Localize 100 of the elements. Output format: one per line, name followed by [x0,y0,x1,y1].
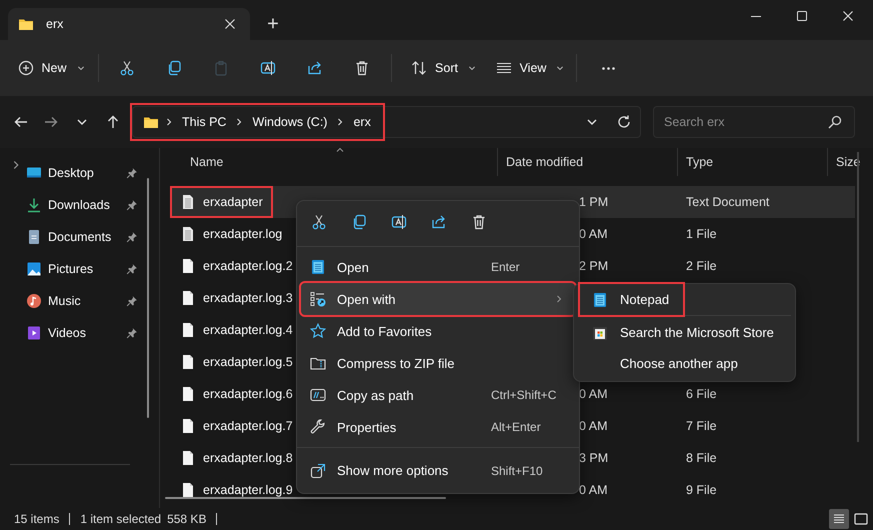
file-name[interactable]: erxadapter.log.7 [203,419,293,433]
store-bag-icon [592,324,608,340]
item-count: 15 items [14,512,60,526]
star-icon [310,323,326,339]
file-type: 9 File [686,483,717,497]
column-header[interactable]: Date modified [498,148,678,176]
pin-icon [126,167,138,179]
shortcut: Alt+Enter [491,420,542,434]
properties-item[interactable]: Properties Alt+Enter [301,411,575,443]
file-type: 8 File [686,451,717,465]
search-icon [827,114,843,130]
new-tab-button[interactable]: + [258,8,288,40]
tab[interactable]: erx [8,8,250,40]
open-with-icon [310,291,326,307]
scrollbar[interactable] [857,152,859,442]
sidebar-item[interactable]: Pictures [26,253,138,285]
store-item[interactable]: Search the Microsoft Store [578,317,791,348]
scrollbar[interactable] [147,178,149,418]
download-icon [26,197,42,213]
selection-info: 1 item selected [80,512,162,526]
notepad-icon [310,259,326,275]
file-name[interactable]: erxadapter.log.2 [203,259,293,273]
file-icon [180,290,196,306]
search-field[interactable]: Search erx [653,106,855,138]
file-icon [180,450,196,466]
selection-size: 558 KB [167,512,206,526]
file-icon [180,418,196,434]
new-button[interactable]: New [12,50,92,86]
rename-icon [260,60,276,76]
show-more-options-item[interactable]: Show more options Shift+F10 [297,447,579,489]
copy-as-path-item[interactable]: Copy as path Ctrl+Shift+C [301,379,575,411]
list-view-icon [496,60,512,76]
date-modified: 1 PM [579,195,608,209]
sidebar-item[interactable]: Documents [26,221,138,253]
date-modified: 2 PM [579,259,608,273]
shortcut: Enter [491,260,521,274]
shortcut: Shift+F10 [491,464,544,478]
file-name[interactable]: erxadapter.log.4 [203,323,293,337]
file-name[interactable]: erxadapter [203,195,263,209]
notepad-item[interactable]: Notepad [580,284,684,315]
refresh-icon [616,114,632,130]
share-icon [306,60,322,76]
preview-view-icon [853,511,869,527]
pin-icon [126,231,138,243]
file-type: 6 File [686,387,717,401]
expand-icon [310,462,326,478]
file-type: 7 File [686,419,717,433]
address-bar[interactable]: This PC Windows (C:) erx [132,106,641,138]
sidebar-item[interactable]: Desktop [26,157,138,189]
sidebar-item[interactable]: Videos [26,317,138,349]
file-name[interactable]: erxadapter.log.9 [203,483,293,497]
music-icon [26,293,42,309]
breadcrumb[interactable]: This PC [179,115,230,129]
file-name[interactable]: erxadapter.log.5 [203,355,293,369]
scrollbar[interactable] [165,497,446,499]
sidebar-item[interactable]: Music [26,285,138,317]
trash-icon [354,60,370,76]
file-name[interactable]: erxadapter.log [203,227,282,241]
pin-icon [126,295,138,307]
document-icon [26,229,42,245]
breadcrumb[interactable]: erx [350,115,374,129]
sidebar-item[interactable]: Downloads [26,189,138,221]
clipboard-icon [212,60,228,76]
shortcut: Ctrl+Shift+C [491,388,558,402]
text-file-icon [180,194,196,210]
copy-icon [351,214,367,230]
open-with-item[interactable]: Open with [301,283,575,315]
compress-item[interactable]: Compress to ZIP file [301,347,575,379]
choose-app-item[interactable]: Choose another app [578,348,791,379]
pin-icon [126,263,138,275]
picture-icon [26,261,42,277]
column-header[interactable]: Name [172,148,498,176]
sort-icon [411,60,428,76]
view-button[interactable]: View [492,50,570,86]
open-item[interactable]: Open Enter [301,251,575,283]
more-icon [602,66,615,70]
file-name[interactable]: erxadapter.log.8 [203,451,293,465]
trash-icon [471,214,487,230]
file-icon [180,386,196,402]
path-icon [310,387,326,403]
file-name[interactable]: erxadapter.log.3 [203,291,293,305]
column-header[interactable]: Type [678,148,828,176]
video-icon [26,325,42,341]
file-name[interactable]: erxadapter.log.6 [203,387,293,401]
add-to-favorites-item[interactable]: Add to Favorites [301,315,575,347]
file-type: 1 File [686,227,717,241]
details-view-button[interactable] [829,509,849,529]
text-file-icon [180,226,196,242]
scissors-icon [118,60,134,76]
date-modified: 3 PM [579,451,608,465]
file-type: 2 File [686,259,717,273]
date-modified: 0 AM [579,483,608,497]
pin-icon [126,199,138,211]
scissors-icon [311,214,327,230]
file-icon [180,482,196,498]
rename-icon [391,214,407,230]
sort-button[interactable]: Sort [407,50,482,86]
share-icon [431,214,447,230]
add-icon [18,60,34,76]
breadcrumb[interactable]: Windows (C:) [249,115,330,129]
